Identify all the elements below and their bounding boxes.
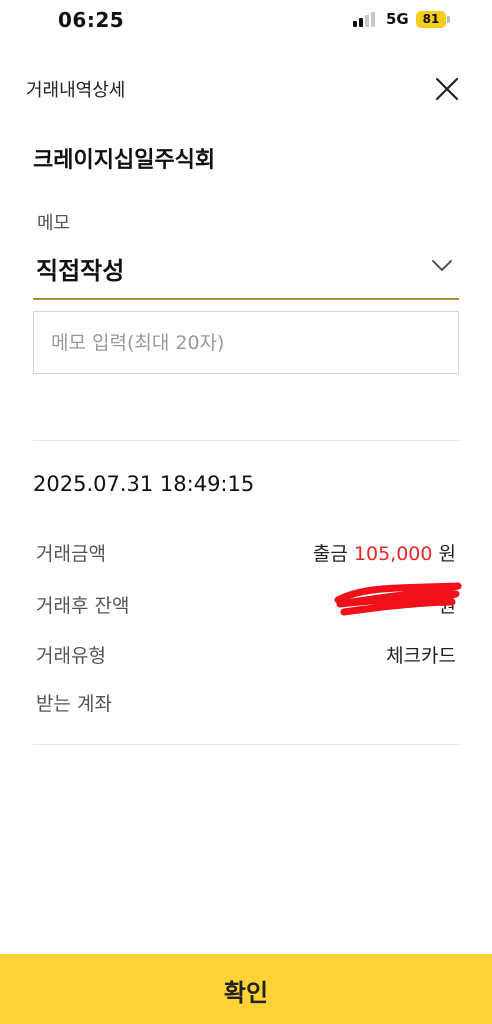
- memo-type-select[interactable]: 직접작성: [33, 245, 459, 300]
- divider: [33, 440, 459, 441]
- memo-label: 메모: [37, 213, 71, 234]
- divider: [33, 744, 459, 745]
- battery-tip: [447, 16, 450, 23]
- balance-label: 거래후 잔액: [36, 595, 130, 617]
- confirm-button-label: 확인: [223, 979, 269, 1007]
- memo-input-box: [33, 311, 459, 374]
- status-time: 06:25: [58, 8, 125, 32]
- amount-currency: 원: [438, 543, 456, 565]
- battery-icon: 81: [416, 11, 446, 28]
- amount-label: 거래금액: [36, 543, 106, 565]
- receiving-account-label: 받는 계좌: [36, 693, 112, 715]
- close-icon: [435, 77, 459, 101]
- amount-value: 출금 105,000 원: [313, 539, 456, 566]
- chevron-down-icon: [432, 260, 452, 271]
- page-title: 거래내역상세: [26, 80, 126, 101]
- cellular-signal-icon: [353, 11, 379, 27]
- memo-select-value: 직접작성: [36, 257, 125, 285]
- redaction-scribble: [334, 582, 462, 616]
- transaction-datetime: 2025.07.31 18:49:15: [33, 472, 255, 496]
- network-type: 5G: [386, 10, 409, 28]
- close-button[interactable]: [430, 72, 464, 106]
- memo-input[interactable]: [34, 312, 458, 373]
- transaction-type-value: 체크카드: [386, 645, 456, 667]
- amount-type: 출금: [312, 543, 348, 565]
- confirm-button[interactable]: 확인: [0, 954, 492, 1024]
- amount-number: 105,000: [353, 543, 433, 565]
- transaction-type-label: 거래유형: [36, 645, 106, 667]
- merchant-name: 크레이지십일주식회: [33, 148, 216, 173]
- status-bar: 06:25 5G 81: [0, 0, 492, 40]
